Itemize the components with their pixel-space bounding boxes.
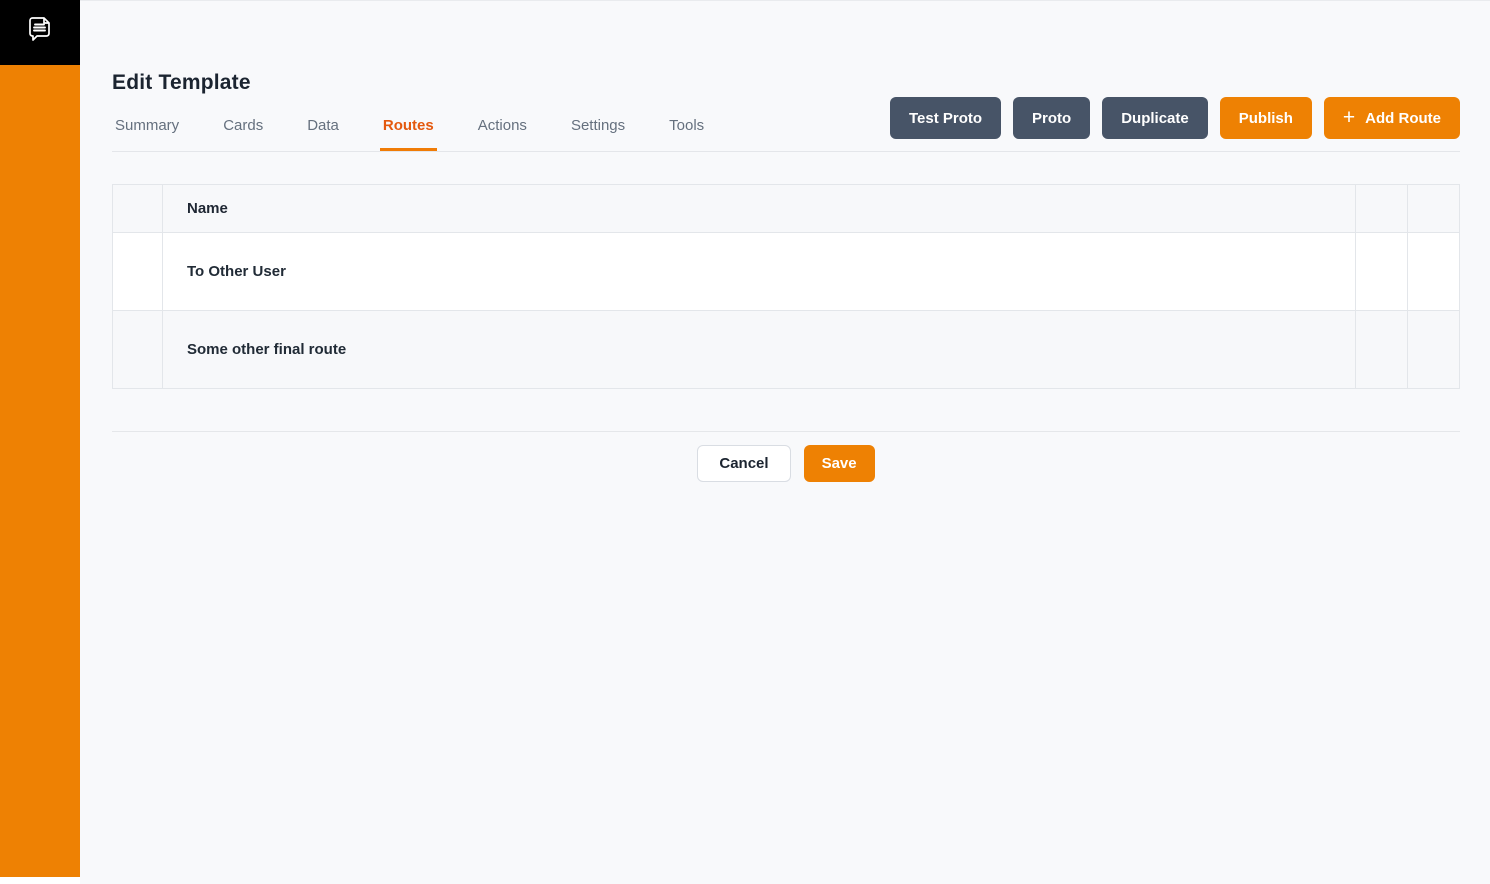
- row-cell-empty-1: [1356, 311, 1408, 389]
- row-cell-empty-2: [1408, 233, 1460, 311]
- tab-settings[interactable]: Settings: [568, 111, 628, 151]
- page-title: Edit Template: [112, 71, 1460, 95]
- table-row[interactable]: To Other User: [113, 233, 1460, 311]
- tab-routes[interactable]: Routes: [380, 111, 437, 151]
- header-cell-name: Name: [163, 185, 1356, 233]
- table-row[interactable]: Some other final route: [113, 311, 1460, 389]
- add-route-label: Add Route: [1365, 110, 1441, 127]
- proto-button[interactable]: Proto: [1013, 97, 1090, 139]
- tab-tools[interactable]: Tools: [666, 111, 707, 151]
- sidebar: [0, 0, 80, 877]
- row-name-cell: Some other final route: [163, 311, 1356, 389]
- row-cell-empty-left: [113, 233, 163, 311]
- app-logo[interactable]: [0, 0, 80, 65]
- plus-icon: +: [1343, 107, 1355, 128]
- footer-actions: Cancel Save: [112, 445, 1460, 482]
- add-route-button[interactable]: + Add Route: [1324, 97, 1460, 139]
- tab-actions[interactable]: Actions: [475, 111, 530, 151]
- duplicate-label: Duplicate: [1121, 110, 1189, 127]
- routes-table: Name To Other User Some other final rout…: [112, 184, 1460, 389]
- tab-data[interactable]: Data: [304, 111, 342, 151]
- test-proto-label: Test Proto: [909, 110, 982, 127]
- header-cell-empty-left: [113, 185, 163, 233]
- row-cell-empty-1: [1356, 233, 1408, 311]
- main-panel: Edit Template Test Proto Proto Duplicate…: [80, 0, 1490, 884]
- row-name-cell: To Other User: [163, 233, 1356, 311]
- tab-cards[interactable]: Cards: [220, 111, 266, 151]
- toolbar: Test Proto Proto Duplicate Publish + Add…: [890, 97, 1460, 139]
- row-cell-empty-left: [113, 311, 163, 389]
- tab-summary[interactable]: Summary: [112, 111, 182, 151]
- duplicate-button[interactable]: Duplicate: [1102, 97, 1208, 139]
- test-proto-button[interactable]: Test Proto: [890, 97, 1001, 139]
- chat-document-icon: [20, 10, 60, 55]
- header-cell-empty-1: [1356, 185, 1408, 233]
- row-cell-empty-2: [1408, 311, 1460, 389]
- header-cell-empty-2: [1408, 185, 1460, 233]
- publish-label: Publish: [1239, 110, 1293, 127]
- footer-divider: [112, 431, 1460, 432]
- publish-button[interactable]: Publish: [1220, 97, 1312, 139]
- proto-label: Proto: [1032, 110, 1071, 127]
- page-content: Edit Template Test Proto Proto Duplicate…: [80, 1, 1490, 482]
- save-button[interactable]: Save: [804, 445, 875, 482]
- cancel-button[interactable]: Cancel: [697, 445, 790, 482]
- table-header-row: Name: [113, 185, 1460, 233]
